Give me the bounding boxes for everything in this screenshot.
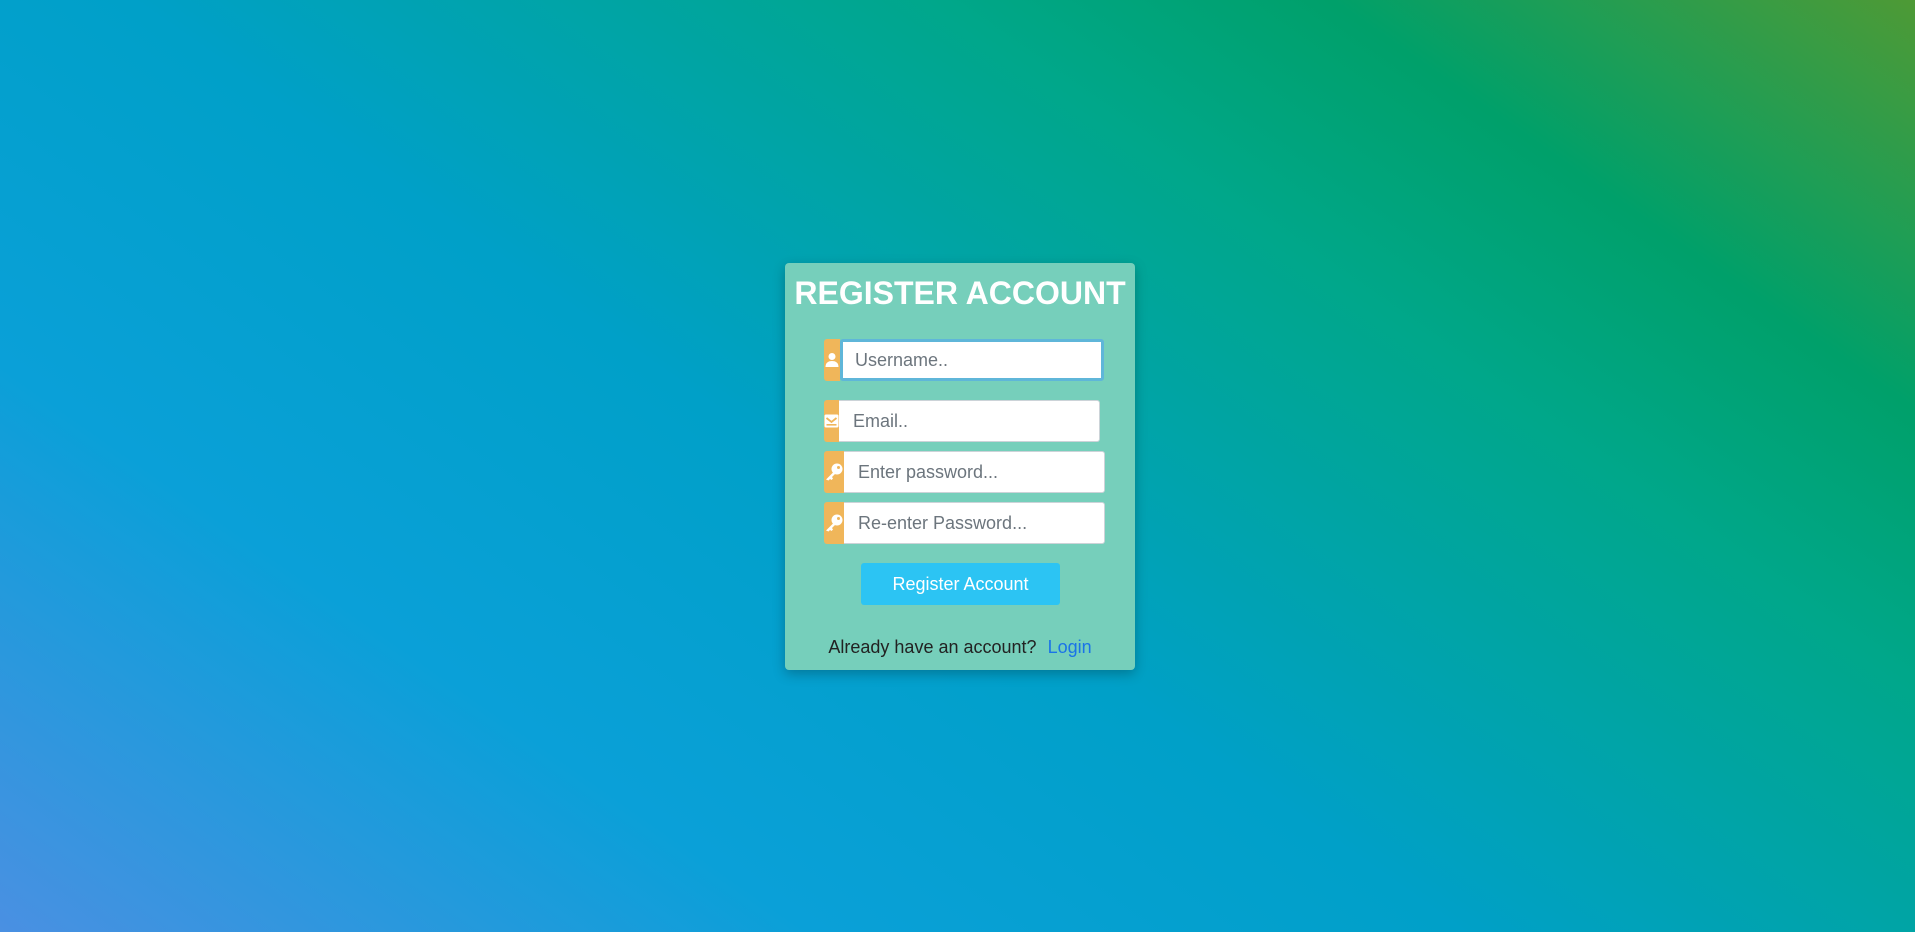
confirm-password-row: [824, 502, 1105, 544]
form-title: REGISTER ACCOUNT: [794, 275, 1126, 311]
username-row: [824, 339, 1104, 381]
confirm-password-input[interactable]: [844, 502, 1105, 544]
login-link[interactable]: Login: [1048, 637, 1092, 657]
key-icon: [824, 502, 844, 544]
email-row: [824, 400, 1100, 442]
key-icon: [824, 451, 844, 493]
user-icon: [824, 339, 840, 381]
password-row: [824, 451, 1105, 493]
envelope-icon: [824, 400, 839, 442]
email-input[interactable]: [839, 400, 1100, 442]
username-input[interactable]: [840, 339, 1104, 381]
login-prompt: Already have an account? Login: [785, 637, 1135, 658]
password-input[interactable]: [844, 451, 1105, 493]
already-have-account-text: Already have an account?: [828, 637, 1037, 657]
register-card: REGISTER ACCOUNT Username.. Email.. Regi…: [785, 263, 1135, 670]
register-account-button[interactable]: Register Account: [861, 563, 1060, 605]
